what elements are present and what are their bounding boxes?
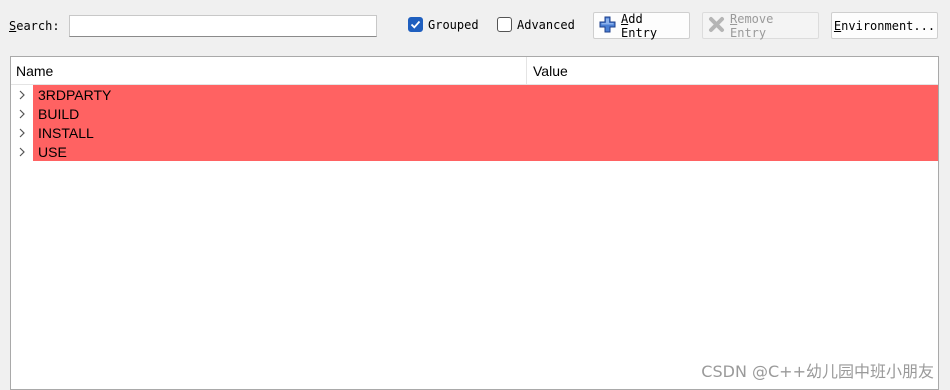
checkbox-unchecked-icon [497,17,512,32]
remove-entry-label: Remove Entry [730,11,774,40]
add-entry-label: Add Entry [621,11,658,40]
chevron-right-icon[interactable] [11,109,33,119]
tree-row[interactable]: INSTALL [11,123,938,142]
chevron-right-icon[interactable] [11,147,33,157]
chevron-right-icon[interactable] [11,128,33,138]
tree-row-label: BUILD [33,104,938,123]
tree-row-label: USE [33,142,938,161]
x-icon [708,16,725,36]
grouped-checkbox[interactable]: Grouped [408,17,479,32]
plus-icon [599,16,616,36]
search-label: Search: [9,19,60,33]
advanced-label: Advanced [517,17,575,32]
remove-entry-button[interactable]: Remove Entry [702,11,819,40]
checkbox-checked-icon [408,17,423,32]
chevron-right-icon[interactable] [11,90,33,100]
column-header-value[interactable]: Value [527,57,938,84]
tree-row-label: 3RDPARTY [33,85,938,104]
column-header-name[interactable]: Name [11,57,527,84]
search-input[interactable] [69,15,377,37]
tree-row[interactable]: USE [11,142,938,161]
toolbar: Search: Grouped Advanced Add Entry Remov… [0,0,950,52]
tree-header: Name Value [11,57,938,85]
add-entry-button[interactable]: Add Entry [593,11,690,40]
grouped-label: Grouped [428,17,479,32]
cache-tree[interactable]: Name Value 3RDPARTY BUILD INSTALL USE [10,56,939,390]
environment-button[interactable]: Environment... [831,12,938,39]
tree-row[interactable]: 3RDPARTY [11,85,938,104]
tree-row-label: INSTALL [33,123,938,142]
advanced-checkbox[interactable]: Advanced [497,17,575,32]
watermark: CSDN @C++幼儿园中班小朋友 [701,362,934,381]
tree-row[interactable]: BUILD [11,104,938,123]
environment-label: Environment... [833,18,936,33]
